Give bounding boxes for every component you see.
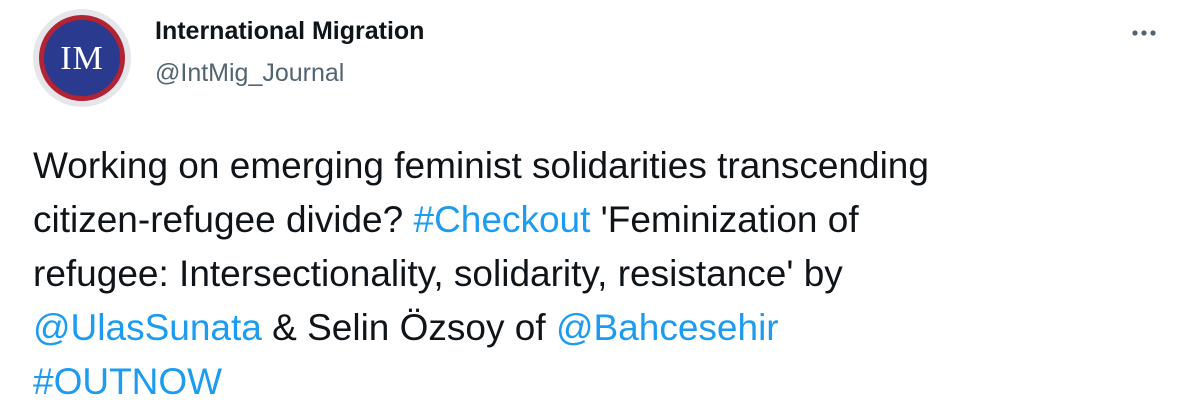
tweet-text-segment: & Selin Özsoy of [261, 307, 556, 348]
mention-link[interactable]: @Bahcesehir [556, 307, 779, 348]
mention-link[interactable]: @UlasSunata [33, 307, 262, 348]
tweet-text-segment: citizen-refugee divide? [33, 199, 414, 240]
author-display-name[interactable]: International Migration [155, 15, 424, 47]
tweet-text-line: refugee: Intersectionality, solidarity, … [33, 247, 1173, 301]
tweet-text-line: citizen-refugee divide? #Checkout 'Femin… [33, 193, 1173, 247]
tweet-text: Working on emerging feminist solidaritie… [33, 139, 1173, 409]
avatar-initials: IM [60, 40, 104, 77]
hashtag-link[interactable]: #OUTNOW [33, 361, 222, 402]
author-handle[interactable]: @IntMig_Journal [155, 57, 344, 89]
avatar-logo: IM [39, 15, 125, 101]
hashtag-link[interactable]: #Checkout [414, 199, 591, 240]
tweet-text-line: @UlasSunata & Selin Özsoy of @Bahcesehir [33, 301, 1173, 355]
tweet-text-segment: Working on emerging feminist solidaritie… [33, 145, 929, 186]
avatar[interactable]: IM [33, 9, 131, 107]
tweet-text-line: Working on emerging feminist solidaritie… [33, 139, 1173, 193]
tweet: IM International Migration @IntMig_Journ… [0, 0, 1187, 414]
tweet-text-segment: refugee: Intersectionality, solidarity, … [33, 253, 843, 294]
tweet-text-segment: 'Feminization of [590, 199, 859, 240]
tweet-text-line: #OUTNOW [33, 355, 1173, 409]
more-options-button[interactable] [1124, 18, 1164, 48]
more-horizontal-icon [1131, 29, 1157, 37]
